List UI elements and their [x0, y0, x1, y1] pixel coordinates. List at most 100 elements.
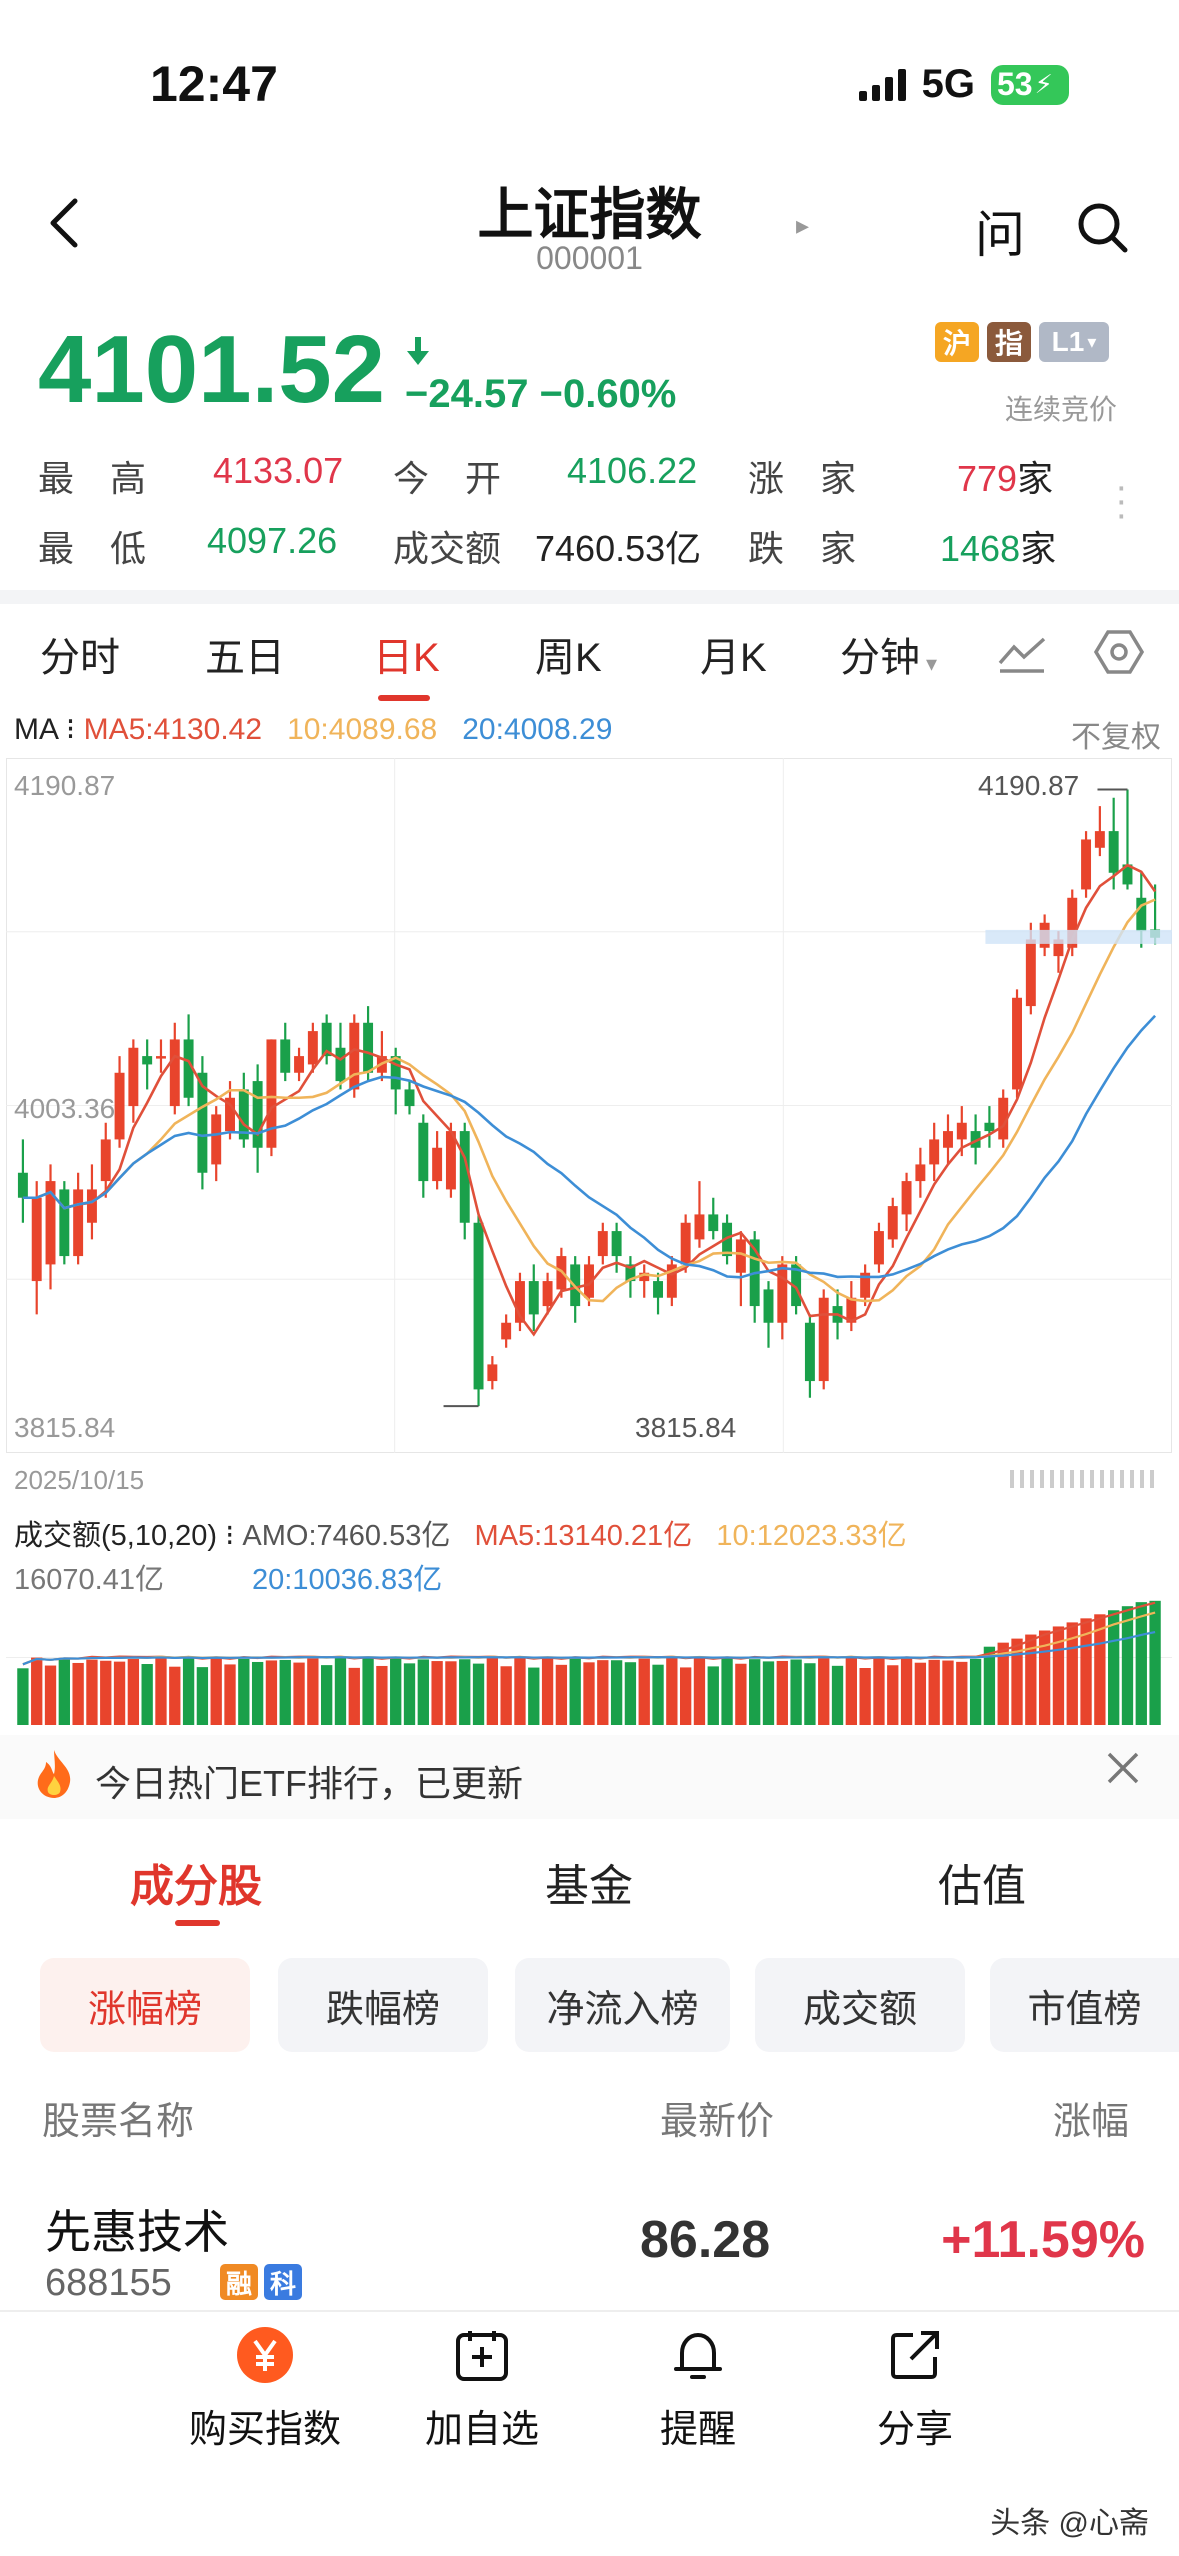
volume-bar: [541, 1657, 554, 1725]
volume-bar: [169, 1666, 181, 1725]
badge-sh: 沪: [935, 322, 979, 362]
volume-bar: [1149, 1600, 1161, 1725]
stat-label-high: 最 高: [38, 458, 147, 499]
volume-bar: [776, 1660, 788, 1725]
candle-body: [169, 1039, 180, 1107]
tab-valuation[interactable]: 估值: [938, 1850, 1026, 1914]
badge-index: 指: [987, 322, 1031, 362]
volume-bar: [403, 1663, 416, 1725]
tag-star-market: 科: [264, 2264, 302, 2300]
volume-bar: [1135, 1602, 1147, 1725]
stock-name[interactable]: 先惠技术: [45, 2196, 229, 2262]
candle-body: [873, 1231, 884, 1265]
candle-body: [901, 1181, 912, 1215]
volume-bar: [514, 1657, 526, 1725]
volume-bar: [831, 1665, 844, 1725]
pill-gainers[interactable]: 涨幅榜: [40, 1958, 250, 2052]
volume-ma10: 10:12023.33亿: [716, 1520, 907, 1552]
close-icon[interactable]: [1105, 1747, 1141, 1797]
status-time: 12:47: [150, 56, 278, 112]
ma10-value: 10:4089.68: [287, 713, 438, 746]
chart-style-icon[interactable]: [998, 633, 1046, 683]
caret-right-icon[interactable]: ▸: [796, 210, 809, 241]
buy-index-button[interactable]: 购买指数: [155, 2325, 375, 2453]
tab-weekly-k[interactable]: 周K: [535, 625, 602, 683]
volume-bar: [818, 1658, 830, 1725]
y-label-bottom: 3815.84: [14, 1412, 116, 1443]
candle-body: [31, 1197, 42, 1282]
volume-bar: [348, 1667, 360, 1725]
volume-bar: [58, 1658, 70, 1725]
date-label: 2025/10/15: [14, 1465, 145, 1495]
candle-body: [17, 1172, 28, 1198]
volume-bar: [224, 1664, 236, 1725]
volume-bar: [31, 1657, 43, 1725]
share-button[interactable]: 分享: [805, 2325, 1025, 2453]
candle-body: [542, 1281, 553, 1307]
volume-legend[interactable]: 成交额(5,10,20) ⁝ AMO:7460.53亿 MA5:13140.21…: [14, 1512, 907, 1554]
volume-bar: [873, 1657, 885, 1725]
volume-title: 成交额(5,10,20): [14, 1520, 218, 1552]
candlestick-chart[interactable]: [6, 758, 1172, 1453]
alert-label: 提醒: [659, 2409, 736, 2451]
volume-bar: [182, 1657, 195, 1725]
volume-bar: [1121, 1606, 1134, 1725]
pill-market-cap[interactable]: 市值榜: [990, 1958, 1179, 2052]
banner-text[interactable]: 今日热门ETF排行，已更新: [95, 1755, 523, 1807]
y-label-top: 4190.87: [14, 770, 116, 801]
volume-bar: [569, 1658, 581, 1725]
sub-tab-indicator: [175, 1920, 220, 1926]
candle-body: [929, 1139, 940, 1165]
period-tabs: 分时 五日 日K 周K 月K 分钟 ▾: [0, 625, 1179, 695]
tab-indicator: [378, 695, 430, 701]
candle-body: [473, 1222, 484, 1390]
market-badges: 沪 指 L1 ▾: [935, 322, 1109, 362]
candle-body: [432, 1147, 443, 1182]
tab-constituents[interactable]: 成分股: [130, 1850, 262, 1914]
ma-legend[interactable]: MA ⁝ MA5:4130.42 10:4089.68 20:4008.29: [14, 712, 612, 747]
share-label: 分享: [876, 2409, 953, 2451]
tab-daily-k[interactable]: 日K: [373, 625, 440, 683]
pill-losers[interactable]: 跌幅榜: [278, 1958, 488, 2052]
badge-level[interactable]: L1 ▾: [1039, 322, 1109, 362]
stat-label-up: 涨 家: [748, 458, 857, 499]
volume-bar: [928, 1659, 940, 1725]
alert-button[interactable]: 提醒: [588, 2325, 808, 2453]
tab-five-day[interactable]: 五日: [205, 625, 285, 683]
volume-chart[interactable]: [6, 1590, 1172, 1725]
tab-monthly-k[interactable]: 月K: [700, 625, 767, 683]
col-header-name[interactable]: 股票名称: [42, 2090, 194, 2145]
volume-bar: [762, 1661, 775, 1725]
tab-timeshare[interactable]: 分时: [40, 625, 120, 683]
candle-body: [1081, 839, 1092, 890]
ma-prefix: MA: [14, 713, 58, 746]
tab-funds[interactable]: 基金: [545, 1850, 633, 1914]
more-icon[interactable]: · · ·: [1115, 468, 1128, 534]
stock-code: 688155: [45, 2262, 172, 2304]
settings-icon[interactable]: [1093, 629, 1145, 685]
adjust-toggle[interactable]: 不复权: [1071, 712, 1161, 756]
col-header-price[interactable]: 最新价: [660, 2090, 774, 2145]
stock-tags: 融 科: [220, 2264, 302, 2300]
col-header-change[interactable]: 涨幅: [1053, 2090, 1129, 2145]
volume-bar: [417, 1659, 429, 1725]
volume-bar: [735, 1663, 747, 1725]
tab-minute[interactable]: 分钟 ▾: [840, 625, 937, 683]
volume-bar: [265, 1660, 278, 1725]
add-watchlist-label: 加自选: [424, 2409, 539, 2451]
high-marker: 4190.87: [978, 770, 1080, 801]
volume-bar: [610, 1660, 623, 1725]
scroll-indicator[interactable]: [1010, 1470, 1165, 1488]
pill-net-inflow[interactable]: 净流入榜: [515, 1958, 730, 2052]
volume-bar: [1108, 1610, 1120, 1725]
pill-turnover[interactable]: 成交额: [755, 1958, 965, 2052]
price-change: −24.57 −0.60%: [405, 372, 676, 417]
ask-button[interactable]: 问: [975, 195, 1025, 267]
search-icon[interactable]: [1075, 200, 1129, 259]
candle-body: [680, 1222, 691, 1265]
volume-bar: [790, 1659, 802, 1725]
stat-value-high: 4133.07: [213, 450, 344, 491]
volume-bar: [900, 1658, 913, 1725]
candle-body: [611, 1231, 622, 1257]
add-watchlist-button[interactable]: 加自选: [372, 2325, 592, 2453]
